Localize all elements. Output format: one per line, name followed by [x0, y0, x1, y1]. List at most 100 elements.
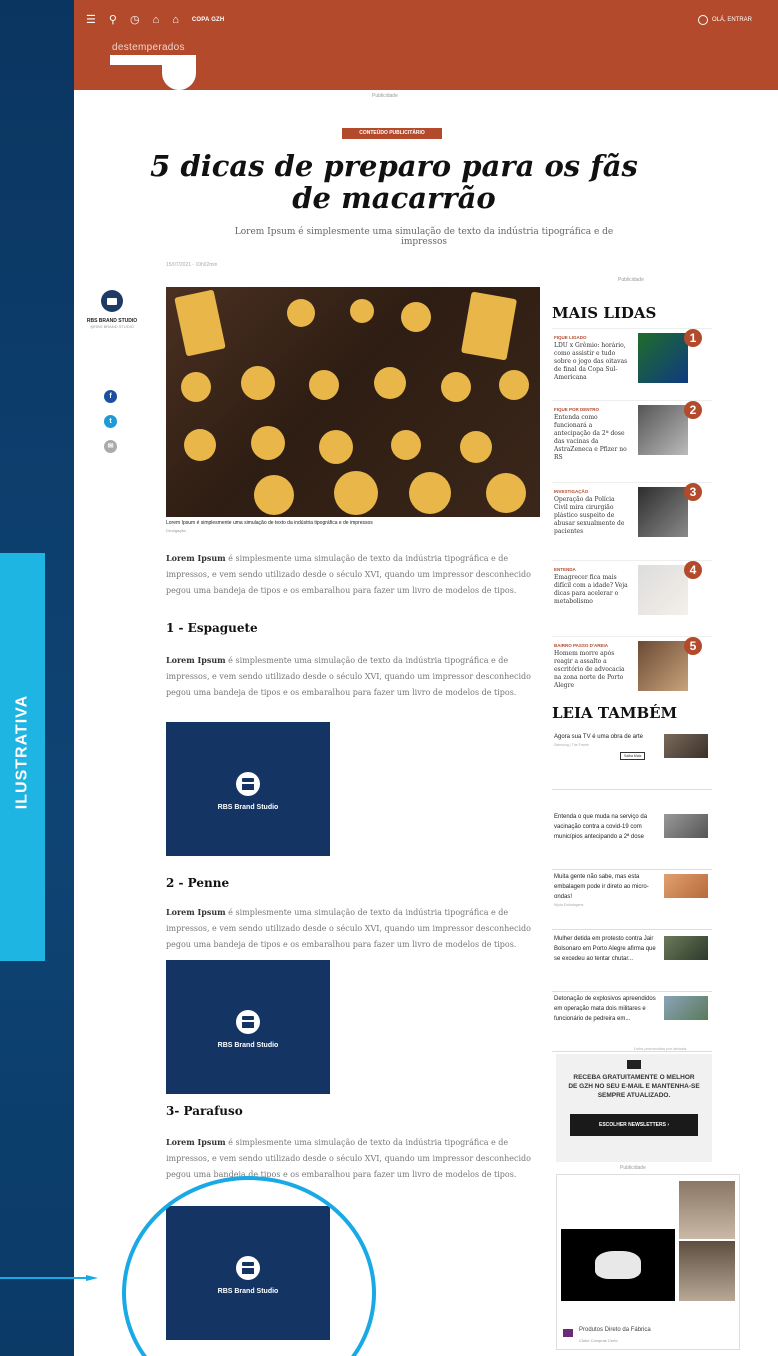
article-date: 15/07/2021 - 10h02min	[166, 262, 218, 268]
twitter-icon[interactable]: t	[104, 415, 117, 428]
read-also-item[interactable]: Detonação de explosivos apreendidos em o…	[552, 992, 712, 1052]
user-icon	[697, 15, 708, 25]
read-also-headline: Detonação de explosivos apreendidos em o…	[554, 996, 656, 1022]
shop-icon[interactable]: ⌂	[153, 14, 160, 26]
most-read-rank: 2	[684, 401, 702, 419]
pointer-arrow-icon	[0, 1275, 98, 1281]
ad-image-main	[561, 1229, 675, 1301]
read-also-headline: Mulher detida em protesto contra Jair Bo…	[554, 936, 656, 962]
search-icon[interactable]: ⚲	[109, 14, 117, 26]
display-ad[interactable]: Produtos Direto da Fábrica Clube Compras…	[556, 1174, 740, 1350]
newsletter-text: RECEBA GRATUITAMENTE O MELHOR DE GZH NO …	[568, 1074, 700, 1099]
most-read-headline: Entenda como funcionará a antecipação da…	[554, 414, 627, 461]
brand-studio-icon	[236, 1010, 260, 1034]
author-avatar	[101, 290, 123, 312]
login-label: OLÁ, ENTRAR	[711, 17, 752, 23]
ad-label-top: Publicidade	[372, 93, 398, 99]
most-read-item[interactable]: ENTENDA Emagrecer fica mais difícil com …	[552, 560, 712, 632]
pasta-illustration	[174, 290, 529, 515]
read-also-headline: Entenda o que muda na serviço da vacinaç…	[554, 814, 648, 840]
paragraph-1: Lorem Ipsum é simplesmente uma simulação…	[166, 550, 550, 599]
paragraph-4: Lorem Ipsum é simplesmente uma simulação…	[166, 1134, 550, 1183]
author-block[interactable]: RBS BRAND STUDIO @RBS BRAND STUDIO	[74, 290, 150, 329]
paragraph-3: Lorem Ipsum é simplesmente uma simulação…	[166, 904, 550, 953]
most-read-thumbnail	[638, 333, 688, 383]
promoted-links-note: Links promovidos por taboola	[634, 1046, 687, 1051]
most-read-category: INVESTIGAÇÃO	[554, 489, 589, 494]
site-header: ☰ ⚲ ◷ ⌂ ⌂ COPA GZH OLÁ, ENTRAR destemper…	[74, 0, 778, 90]
section-heading-1: 1 - Espaguete	[166, 621, 258, 635]
home-icon[interactable]: ⌂	[172, 14, 179, 26]
read-also-source: Wyda Embalagens	[554, 903, 584, 907]
most-read-headline: Homem morre após reagir a assalto a escr…	[554, 650, 625, 689]
section-heading-3: 3- Parafuso	[166, 1104, 243, 1118]
illustrative-label: ILUSTRATIVA	[0, 553, 45, 961]
video-label: RBS Brand Studio	[217, 804, 279, 811]
section-heading-2: 2 - Penne	[166, 876, 230, 890]
most-read-category: FIQUE LIGADO	[554, 335, 587, 340]
ad-label-bottom: Publicidade	[620, 1165, 646, 1171]
most-read-category: ENTENDA	[554, 567, 576, 572]
most-read-category: BAIRRO PASSO D'AREIA	[554, 643, 608, 648]
ad-image-bottom	[679, 1241, 735, 1301]
most-read-item[interactable]: BAIRRO PASSO D'AREIA Homem morre após re…	[552, 636, 712, 708]
read-also-item[interactable]: Agora sua TV é uma obra de arte Samsung |…	[552, 730, 712, 790]
most-read-thumbnail	[638, 487, 688, 537]
brand-studio-icon	[236, 772, 260, 796]
read-also-item[interactable]: Muita gente não sabe, mas esta embalagem…	[552, 870, 712, 930]
paragraph-2: Lorem Ipsum é simplesmente uma simulação…	[166, 652, 550, 701]
email-icon[interactable]: ✉	[104, 440, 117, 453]
nav-copa-link[interactable]: COPA GZH	[192, 14, 225, 26]
facebook-icon[interactable]: f	[104, 390, 117, 403]
most-read-rank: 4	[684, 561, 702, 579]
most-read-thumbnail	[638, 565, 688, 615]
read-also-item[interactable]: Mulher detida em protesto contra Jair Bo…	[552, 932, 712, 992]
saiba-mais-button[interactable]: Saiba Mais	[620, 752, 646, 760]
read-also-headline: Agora sua TV é uma obra de arte	[554, 734, 643, 740]
article-page: ☰ ⚲ ◷ ⌂ ⌂ COPA GZH OLÁ, ENTRAR destemper…	[74, 0, 778, 1356]
most-read-item[interactable]: INVESTIGAÇÃO Operação da Polícia Civil m…	[552, 482, 712, 554]
most-read-rank: 3	[684, 483, 702, 501]
clock-icon[interactable]: ◷	[130, 14, 140, 26]
site-logo-icon	[110, 55, 196, 90]
ad-image-top	[679, 1181, 735, 1239]
paragraph-bold: Lorem Ipsum	[166, 655, 226, 665]
most-read-thumbnail	[638, 641, 688, 691]
most-read-headline: Operação da Polícia Civil mira cirurgião…	[554, 496, 625, 535]
article-title: 5 dicas de preparo para os fãs de macarr…	[150, 149, 638, 215]
most-read-rank: 5	[684, 637, 702, 655]
video-embed-1[interactable]: RBS Brand Studio	[166, 722, 330, 856]
mais-lidas-title: MAIS LIDAS	[552, 304, 657, 322]
paragraph-bold: Lorem Ipsum	[166, 553, 226, 563]
read-also-item[interactable]: Entenda o que muda na serviço da vacinaç…	[552, 810, 712, 870]
most-read-item[interactable]: FIQUE LIGADO LDU x Grêmio: horário, como…	[552, 328, 712, 400]
newsletter-box: RECEBA GRATUITAMENTE O MELHOR DE GZH NO …	[556, 1054, 712, 1162]
illustrative-label-text: ILUSTRATIVA	[13, 694, 31, 810]
video-label: RBS Brand Studio	[217, 1042, 279, 1049]
image-caption: Lorem Ipsum é simplesmente uma simulação…	[166, 520, 373, 526]
read-also-thumbnail	[664, 936, 708, 960]
read-also-thumbnail	[664, 814, 708, 838]
login-link[interactable]: OLÁ, ENTRAR	[697, 15, 752, 25]
header-nav: ☰ ⚲ ◷ ⌂ ⌂ COPA GZH	[86, 14, 224, 26]
most-read-rank: 1	[684, 329, 702, 347]
choose-newsletters-button[interactable]: ESCOLHER NEWSLETTERS ›	[570, 1114, 698, 1136]
most-read-item[interactable]: FIQUE POR DENTRO Entenda como funcionará…	[552, 400, 712, 472]
site-logo-text[interactable]: destemperados	[112, 42, 185, 53]
ad-label-side: Publicidade	[618, 277, 644, 283]
most-read-category: FIQUE POR DENTRO	[554, 407, 600, 412]
menu-icon[interactable]: ☰	[86, 14, 96, 26]
article-subtitle: Lorem Ipsum é simplesmente uma simulação…	[234, 227, 614, 247]
ad-subtitle: Clube Compras Certo	[579, 1338, 618, 1343]
paragraph-bold: Lorem Ipsum	[166, 1137, 226, 1147]
image-credit: Divulgação	[166, 528, 186, 533]
sponsored-badge: CONTEÚDO PUBLICITÁRIO	[342, 128, 442, 139]
read-also-headline: Muita gente não sabe, mas esta embalagem…	[554, 874, 649, 900]
video-embed-2[interactable]: RBS Brand Studio	[166, 960, 330, 1094]
leia-tambem-title: LEIA TAMBÉM	[552, 704, 678, 722]
envelope-icon	[627, 1060, 641, 1069]
most-read-headline: LDU x Grêmio: horário, como assistir e t…	[554, 342, 628, 381]
most-read-thumbnail	[638, 405, 688, 455]
article-hero-image	[166, 287, 540, 517]
author-handle: @RBS BRAND STUDIO	[90, 324, 134, 329]
